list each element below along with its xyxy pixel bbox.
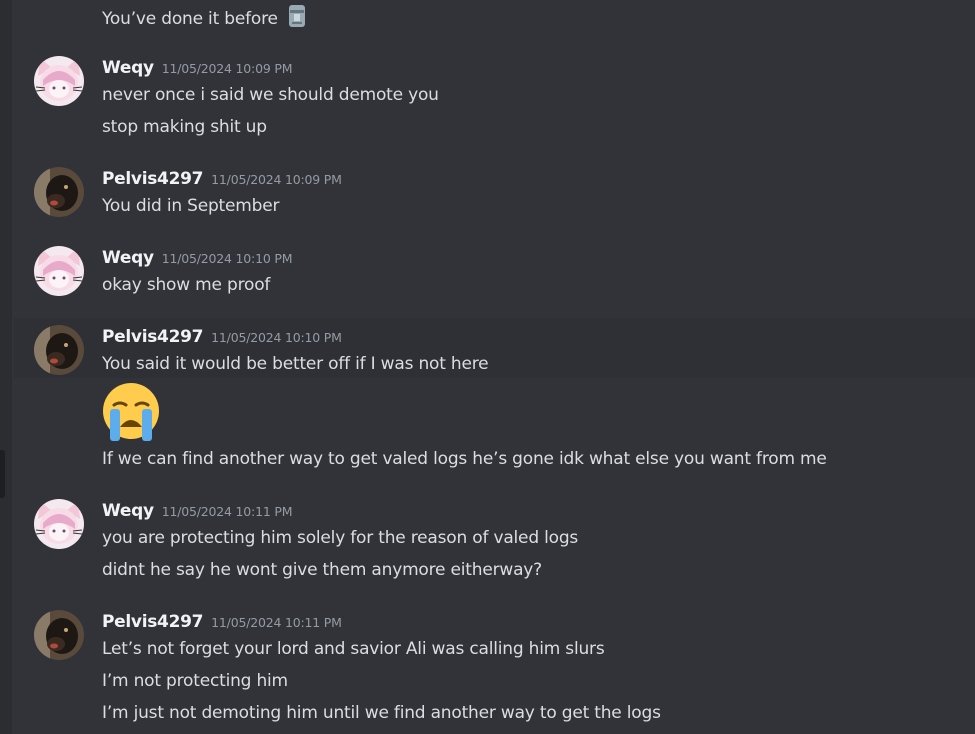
timestamp: 11/05/2024 10:11 PM — [211, 615, 342, 630]
message-line: I’m just not demoting him until we find … — [102, 703, 661, 723]
username[interactable]: Weqy — [102, 248, 154, 268]
username[interactable]: Weqy — [102, 501, 154, 521]
message-header: Pelvis4297 11/05/2024 10:11 PM — [102, 611, 342, 634]
message-line: stop making shit up — [102, 117, 267, 137]
message-header: Weqy 11/05/2024 10:11 PM — [102, 500, 292, 523]
avatar-pelvis4297[interactable] — [34, 167, 84, 217]
timestamp: 11/05/2024 10:10 PM — [211, 330, 342, 345]
avatar-pelvis4297[interactable] — [34, 610, 84, 660]
username[interactable]: Pelvis4297 — [102, 169, 203, 189]
message-line: didnt he say he wont give them anymore e… — [102, 560, 542, 580]
message-line: If we can find another way to get valed … — [102, 449, 827, 469]
timestamp: 11/05/2024 10:09 PM — [211, 172, 342, 187]
message-line: You said it would be better off if I was… — [102, 354, 489, 374]
message-line: okay show me proof — [102, 275, 271, 295]
timestamp: 11/05/2024 10:10 PM — [161, 251, 293, 266]
message-header: Weqy 11/05/2024 10:10 PM — [102, 247, 292, 270]
loudly-crying-face-icon — [100, 381, 162, 447]
message-line: Let’s not forget your lord and savior Al… — [102, 639, 605, 659]
avatar-pelvis4297[interactable] — [34, 325, 84, 375]
message-line: never once i said we should demote you — [102, 85, 439, 105]
avatar-weqy[interactable] — [34, 246, 84, 296]
message-line: You did in September — [102, 196, 280, 216]
avatar-weqy[interactable] — [34, 499, 84, 549]
username[interactable]: Pelvis4297 — [102, 612, 203, 632]
message-line: I’m not protecting him — [102, 671, 288, 691]
username[interactable]: Weqy — [102, 58, 154, 78]
left-rail — [0, 0, 12, 734]
moai-icon — [287, 4, 307, 34]
timestamp: 11/05/2024 10:11 PM — [161, 504, 293, 519]
message-header: Weqy 11/05/2024 10:09 PM — [102, 57, 292, 80]
timestamp: 11/05/2024 10:09 PM — [161, 61, 293, 76]
username[interactable]: Pelvis4297 — [102, 327, 203, 347]
message-header: Pelvis4297 11/05/2024 10:09 PM — [102, 168, 342, 191]
message-line: you are protecting him solely for the re… — [102, 528, 579, 548]
scroll-handle[interactable] — [0, 450, 5, 498]
message-header: Pelvis4297 11/05/2024 10:10 PM — [102, 326, 342, 349]
message-line: You’ve done it before — [102, 4, 307, 34]
avatar-weqy[interactable] — [34, 56, 84, 106]
